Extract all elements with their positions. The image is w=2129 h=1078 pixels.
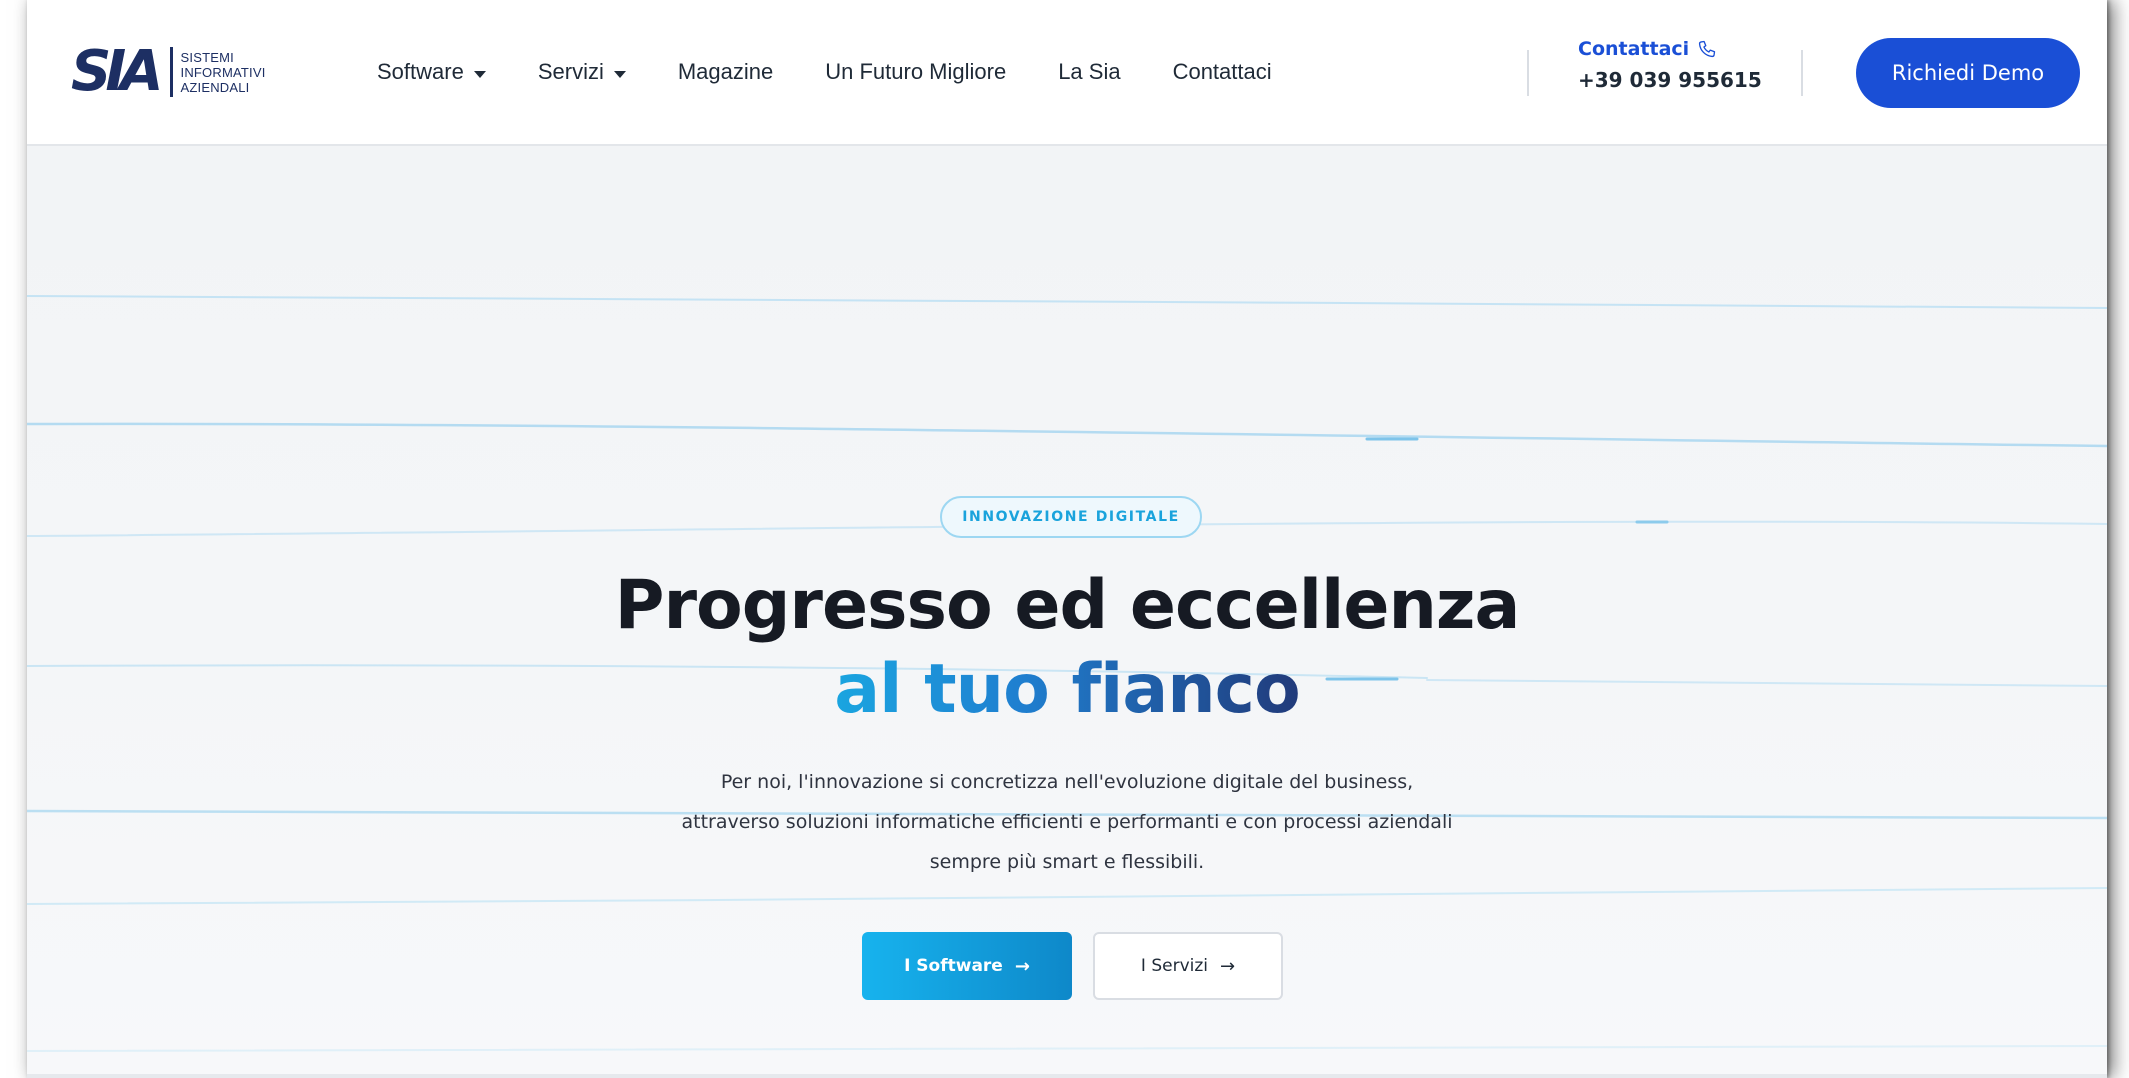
caret-down-icon [613,70,626,78]
software-button[interactable]: I Software → [862,932,1072,1000]
main-nav: Software Servizi Magazine Un Futuro Migl… [377,52,1324,92]
nav-item-label: Software [377,59,464,84]
nav-item-servizi[interactable]: Servizi [538,59,626,85]
hero-description-line: sempre più smart e flessibili. [929,851,1205,873]
logo-text: SISTEMI INFORMATIVI AZIENDALI [181,50,266,95]
header-divider [1527,50,1529,96]
nav-item-software[interactable]: Software [377,59,486,85]
arrow-right-icon: → [1220,955,1236,977]
hero-title-highlight: al tuo fianco [27,650,2107,730]
browser-page: SIA SISTEMI INFORMATIVI AZIENDALI Softwa… [27,0,2107,1078]
sia-logo[interactable]: SIA SISTEMI INFORMATIVI AZIENDALI [71,44,266,100]
header-divider [1801,50,1803,96]
hero-description: Per noi, l'innovazione si concretizza ne… [567,762,1567,882]
nav-item-contattaci[interactable]: Contattaci [1173,59,1272,85]
logo-line: INFORMATIVI [180,64,266,80]
arrow-right-icon: → [1014,955,1030,977]
hero-description-line: Per noi, l'innovazione si concretizza ne… [720,771,1414,793]
nav-item-magazine[interactable]: Magazine [678,59,773,85]
contact-link[interactable]: Contattaci [1578,38,1762,60]
hero-title: Progresso ed eccellenza [614,566,1521,645]
category-badge: INNOVAZIONE DIGITALE [940,496,1202,538]
hero-description-line: attraverso soluzioni informatiche effici… [681,811,1453,833]
caret-down-icon [473,70,486,78]
nav-item-label: Magazine [677,59,774,84]
nav-item-label: La Sia [1058,59,1121,84]
nav-item-label: Servizi [537,59,604,84]
logo-divider [169,47,173,97]
site-header: SIA SISTEMI INFORMATIVI AZIENDALI Softwa… [27,0,2107,146]
hero-section: INNOVAZIONE DIGITALE Progresso ed eccell… [27,146,2107,1078]
nav-item-label: Un Futuro Migliore [825,59,1007,84]
nav-item-label: Contattaci [1172,59,1272,84]
phone-icon [1699,40,1716,58]
nav-item-la-sia[interactable]: La Sia [1058,59,1120,85]
contact-label: Contattaci [1578,38,1690,60]
logo-line: AZIENDALI [180,79,250,95]
phone-number[interactable]: +39 039 955615 [1578,68,1762,92]
services-button[interactable]: I Servizi → [1093,932,1283,1000]
services-button-label: I Servizi [1140,956,1208,976]
logo-line: SISTEMI [180,49,234,65]
contact-block: Contattaci +39 039 955615 [1578,38,1762,92]
bottom-edge [27,1074,2107,1078]
nav-item-futuro-migliore[interactable]: Un Futuro Migliore [825,59,1006,85]
hero-title-highlight-text: al tuo fianco [834,650,1300,729]
software-button-label: I Software [904,956,1003,976]
logo-mark: SIA [71,39,163,104]
request-demo-button[interactable]: Richiedi Demo [1856,38,2080,108]
